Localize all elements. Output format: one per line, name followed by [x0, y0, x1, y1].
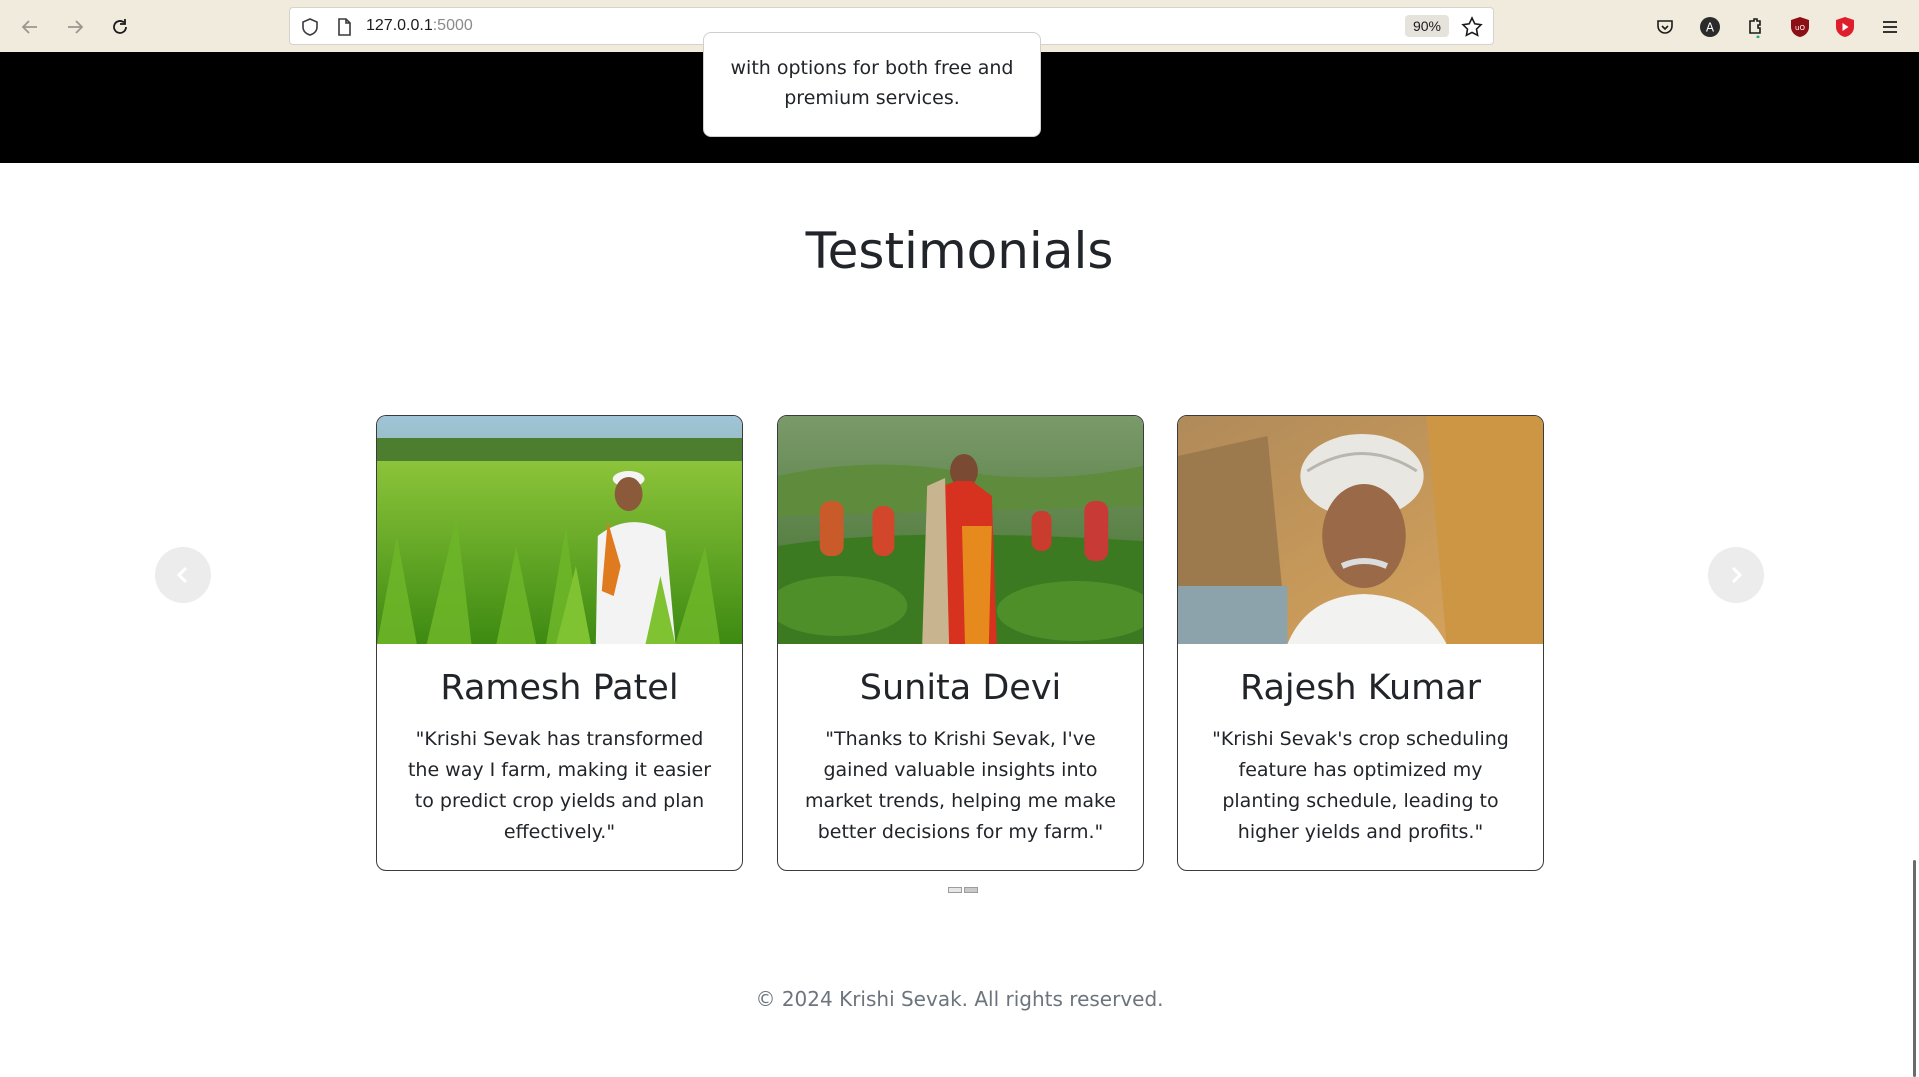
service-card-text: with options for both free and premium s…	[730, 57, 1014, 109]
back-button[interactable]	[14, 11, 46, 43]
page-icon[interactable]	[334, 17, 354, 37]
video-blocker-icon[interactable]	[1832, 14, 1858, 40]
reload-button[interactable]	[104, 11, 136, 43]
carousel-next-button[interactable]	[1708, 547, 1764, 603]
carousel-indicators	[948, 887, 978, 893]
carousel-prev-button[interactable]	[155, 547, 211, 603]
farmer-photo-image	[377, 416, 742, 644]
farmer-photo-image	[778, 416, 1143, 644]
farmer-photo-image	[1178, 416, 1543, 644]
bookmark-star-icon[interactable]	[1461, 16, 1483, 38]
footer-copyright: © 2024 Krishi Sevak. All rights reserved…	[755, 987, 1164, 1011]
shield-icon[interactable]	[300, 17, 320, 37]
pocket-icon[interactable]	[1652, 14, 1678, 40]
services-section: with options for both free and premium s…	[0, 32, 1919, 163]
testimonial-quote: "Krishi Sevak has transformed the way I …	[407, 728, 712, 843]
testimonial-quote: "Thanks to Krishi Sevak, I've gained val…	[805, 728, 1116, 843]
account-icon[interactable]: A	[1697, 14, 1723, 40]
arrow-right-icon	[68, 20, 84, 34]
forward-button[interactable]	[59, 11, 91, 43]
carousel-indicator-2[interactable]	[964, 887, 978, 893]
testimonial-card: Rajesh Kumar "Krishi Sevak's crop schedu…	[1177, 415, 1544, 871]
testimonial-name: Ramesh Patel	[440, 668, 679, 708]
scrollbar-thumb[interactable]	[1913, 860, 1916, 1077]
testimonial-card: Ramesh Patel "Krishi Sevak has transform…	[376, 415, 743, 871]
reload-icon	[113, 19, 127, 34]
page-scrollbar[interactable]	[1907, 52, 1919, 1077]
service-card: with options for both free and premium s…	[703, 32, 1041, 137]
testimonial-card: Sunita Devi "Thanks to Krishi Sevak, I'v…	[777, 415, 1144, 871]
svg-text:A: A	[1706, 21, 1715, 35]
url-text[interactable]: 127.0.0.1:5000	[366, 17, 473, 35]
extensions-icon[interactable]	[1742, 14, 1768, 40]
svg-text:uO: uO	[1795, 24, 1805, 32]
testimonial-name: Rajesh Kumar	[1239, 668, 1482, 708]
arrow-left-icon	[21, 20, 37, 34]
testimonial-name: Sunita Devi	[859, 668, 1062, 708]
chevron-right-icon	[1731, 566, 1743, 584]
testimonial-quote: "Krishi Sevak's crop scheduling feature …	[1212, 728, 1509, 843]
carousel-indicator-1[interactable]	[948, 887, 962, 893]
zoom-level-badge[interactable]: 90%	[1404, 15, 1449, 37]
menu-icon[interactable]	[1877, 14, 1903, 40]
testimonials-title: Testimonials	[805, 222, 1114, 280]
ublock-icon[interactable]: uO	[1787, 14, 1813, 40]
chevron-left-icon	[176, 566, 188, 584]
